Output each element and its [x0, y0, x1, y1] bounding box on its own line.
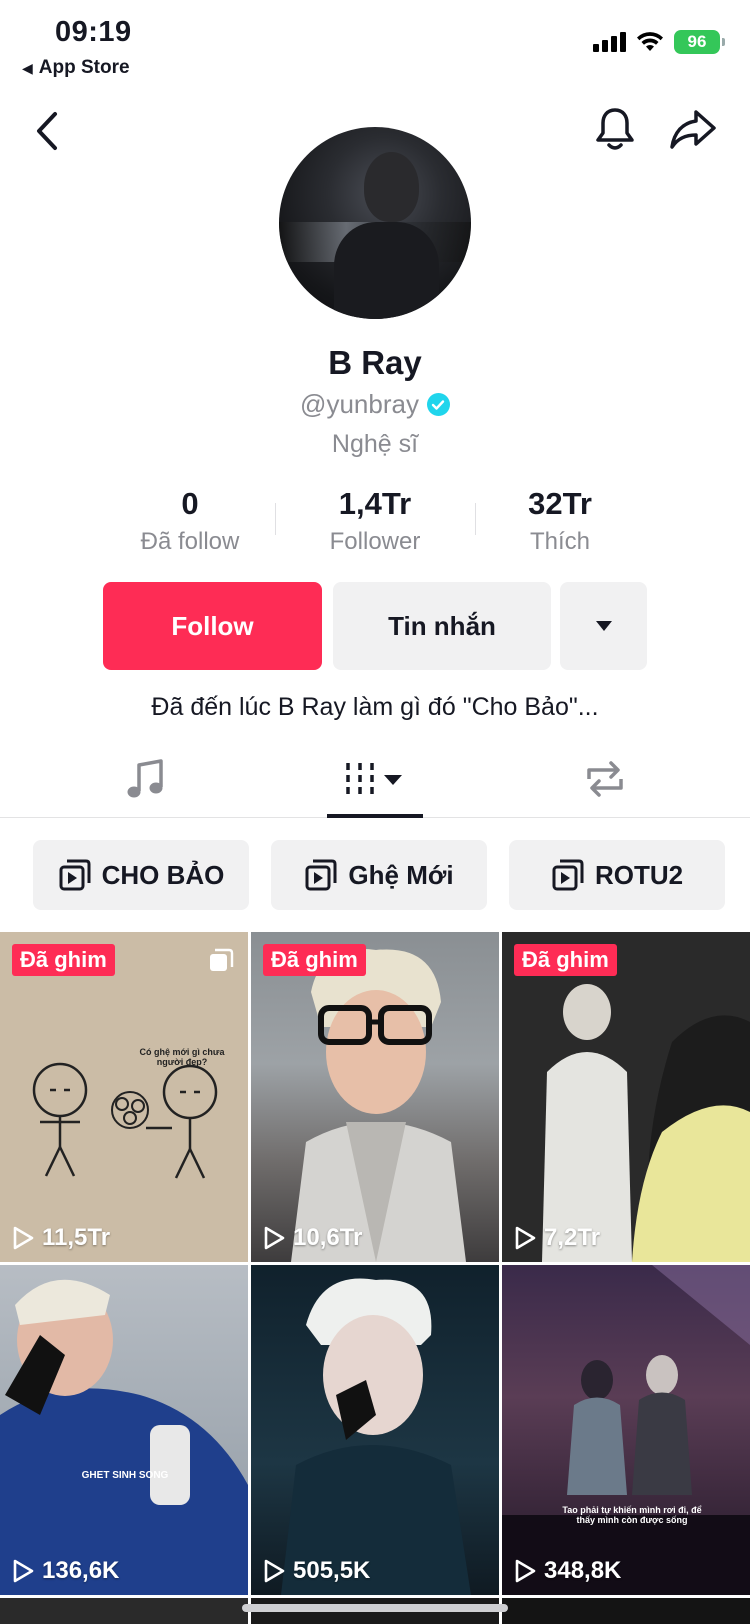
profile-name: B Ray [328, 344, 422, 381]
stat-following-value: 0 [181, 486, 199, 521]
bell-icon [596, 108, 634, 150]
portrait-thumbnail [0, 1279, 248, 1595]
scene-thumbnail [502, 932, 750, 1262]
battery-icon: 96 [674, 30, 725, 54]
video-thumbnail[interactable]: Đã ghim 7,2Tr [502, 932, 750, 1262]
play-outline-icon [264, 1226, 285, 1250]
share-arrow-icon [670, 110, 716, 149]
stat-followers-value: 1,4Tr [338, 486, 412, 521]
portrait-thumbnail [291, 948, 466, 1262]
battery-level: 96 [687, 32, 707, 51]
stat-likes-value: 32Tr [528, 486, 592, 521]
play-outline-icon [13, 1559, 34, 1583]
video-thumbnail[interactable]: 505,5K [251, 1265, 499, 1595]
message-button[interactable]: Tin nhắn [333, 582, 551, 670]
pinned-badge: Đã ghim [12, 944, 115, 976]
playlist-chip[interactable]: Ghệ Mới [271, 840, 487, 910]
view-count: 7,2Tr [514, 1224, 600, 1252]
stat-following[interactable]: 0 Đã follow [100, 486, 280, 556]
tab-active-indicator [327, 814, 423, 818]
video-thumbnail[interactable]: Đã ghim 10,6Tr [251, 932, 499, 1262]
playlist-icon [305, 859, 337, 891]
view-count: 10,6Tr [263, 1224, 362, 1252]
verified-badge-icon [426, 393, 450, 416]
stat-divider [275, 503, 276, 535]
playlist-chip[interactable]: ROTU2 [509, 840, 725, 910]
view-count-value: 136,6K [42, 1557, 120, 1584]
follow-button[interactable]: Follow [103, 582, 322, 670]
play-outline-icon [515, 1226, 536, 1250]
video-caption: Có ghệ mới gì chưa người đẹp? [139, 1047, 225, 1067]
notification-bell-button[interactable] [590, 104, 640, 154]
view-count: 11,5Tr [12, 1224, 110, 1252]
view-count: 348,8K [514, 1557, 621, 1585]
video-caption: Tao phải tự khiến mình rơi đi, để thấy m… [562, 1505, 702, 1525]
play-outline-icon [515, 1559, 536, 1583]
stat-following-label: Đã follow [140, 528, 240, 555]
wifi-icon [637, 32, 663, 51]
status-bar: 09:19 ◀ App Store 96 [0, 0, 750, 90]
tab-music[interactable] [95, 740, 195, 818]
tab-videos[interactable] [327, 740, 423, 818]
play-outline-icon [13, 1226, 34, 1250]
cellular-signal-icon [593, 32, 626, 52]
video-thumbnail[interactable]: Tao phải tự khiến mình rơi đi, để thấy m… [502, 1265, 750, 1595]
view-count: 136,6K [12, 1557, 119, 1585]
profile-bio: Đã đến lúc B Ray làm gì đó "Cho Bảo"... [151, 693, 599, 721]
profile-avatar[interactable] [279, 127, 471, 319]
back-triangle-icon: ◀ [22, 59, 33, 76]
pinned-badge: Đã ghim [263, 944, 366, 976]
chevron-left-icon [37, 112, 57, 150]
status-time: 09:19 [55, 16, 132, 48]
playlist-label: Ghệ Mới [348, 859, 454, 890]
stat-followers[interactable]: 1,4Tr Follower [285, 486, 465, 556]
video-thumbnail[interactable] [0, 1598, 248, 1624]
video-thumbnail[interactable]: GHET SINH SONG 136,6K [0, 1265, 248, 1595]
view-count-value: 505,5K [293, 1557, 371, 1584]
more-options-button[interactable] [560, 582, 647, 670]
playlist-label: CHO BẢO [101, 859, 225, 890]
portrait-thumbnail [281, 1278, 471, 1595]
video-caption: GHET SINH SONG [81, 1470, 169, 1481]
caret-down-icon [595, 621, 612, 631]
back-app-label: App Store [38, 57, 130, 78]
view-count-value: 7,2Tr [544, 1224, 601, 1251]
stat-likes[interactable]: 32Tr Thích [470, 486, 650, 556]
view-count: 505,5K [263, 1557, 370, 1585]
back-to-app-store-link[interactable]: ◀ App Store [22, 57, 130, 79]
video-thumbnail[interactable]: Có ghệ mới gì chưa người đẹp? Đã ghim 11… [0, 932, 248, 1262]
tab-reposts[interactable] [555, 740, 655, 818]
share-button[interactable] [666, 104, 720, 154]
video-thumbnail[interactable] [502, 1598, 750, 1624]
playlist-icon [552, 859, 584, 891]
concert-thumbnail [502, 1265, 750, 1595]
play-outline-icon [264, 1559, 285, 1583]
content-tabs [0, 740, 750, 818]
playlist-label: ROTU2 [594, 859, 684, 890]
handle-row: @yunbray [0, 389, 750, 420]
view-count-value: 10,6Tr [293, 1224, 363, 1251]
avatar-silhouette-body [334, 222, 439, 319]
doodle-thumbnail [32, 1062, 218, 1179]
pinned-badge: Đã ghim [514, 944, 617, 976]
view-count-value: 348,8K [544, 1557, 622, 1584]
view-count-value: 11,5Tr [42, 1224, 111, 1251]
stat-followers-label: Follower [329, 528, 421, 555]
profile-stats: 0 Đã follow 1,4Tr Follower 32Tr Thích [100, 486, 650, 556]
playlist-chip[interactable]: CHO BẢO [33, 840, 249, 910]
stat-likes-label: Thích [529, 528, 591, 555]
repost-icon [587, 761, 623, 797]
back-button[interactable] [24, 108, 70, 154]
avatar-silhouette-head [364, 152, 419, 222]
playlist-icon [59, 859, 91, 891]
home-indicator [242, 1604, 508, 1612]
multi-photo-icon [210, 948, 234, 971]
status-icons: 96 [593, 30, 725, 54]
video-grid-icon [346, 763, 402, 795]
profile-handle: @yunbray [300, 389, 419, 419]
stat-divider [475, 503, 476, 535]
profile-role: Nghệ sĩ [331, 430, 419, 458]
music-note-icon [127, 759, 163, 798]
